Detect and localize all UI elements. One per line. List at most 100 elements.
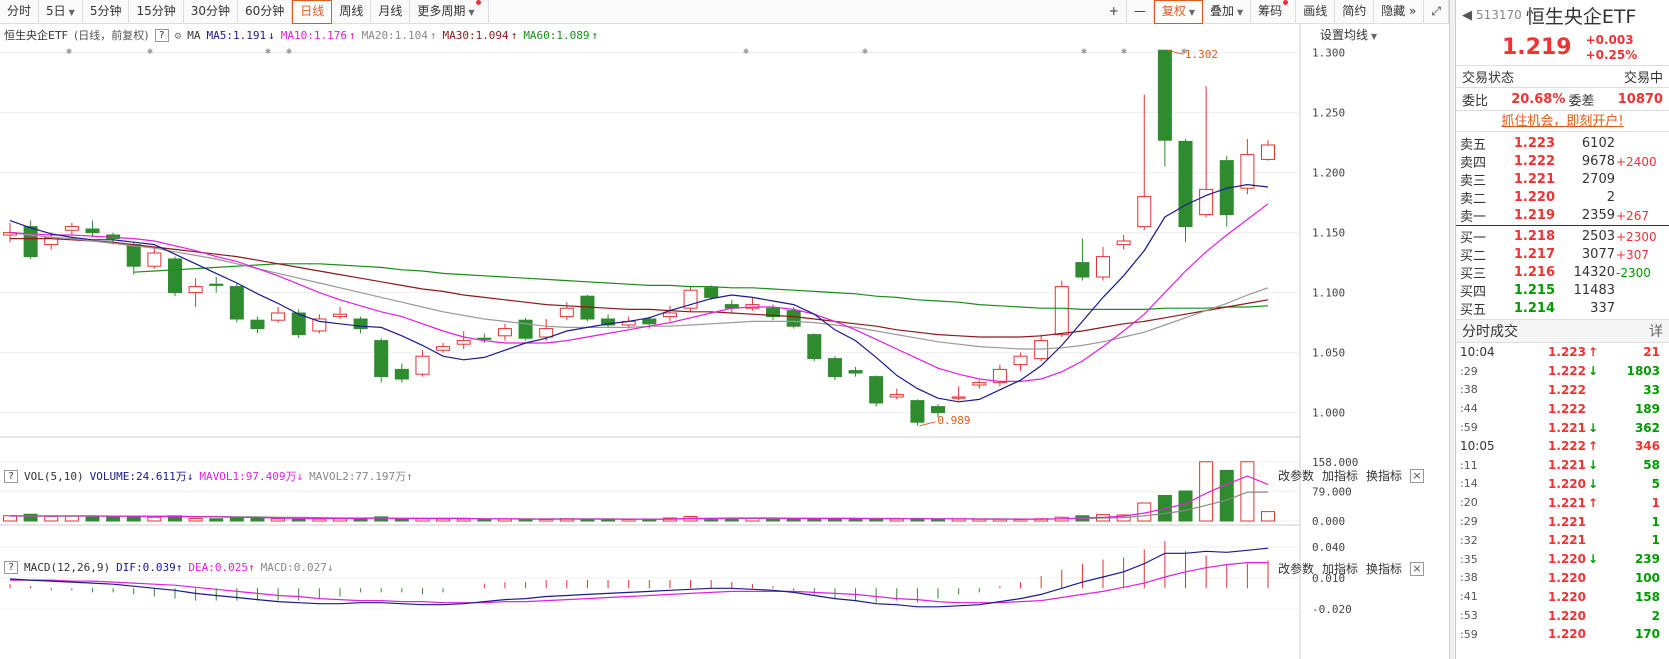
candle-down [353,318,368,330]
candle-up [332,313,347,318]
ticks-header: 分时成交 详 [1456,319,1669,343]
price-tick-label: 1.000 [1312,407,1345,420]
level-volume: 2503 [1581,229,1615,244]
price-change-pct: +0.25% [1585,47,1638,62]
vol-change-params-button[interactable]: 改参数 [1278,467,1314,484]
bid-level[interactable]: 买一 1.218 2503 +2300 [1456,227,1669,246]
level-label: 买一 [1460,231,1487,246]
candlesticks [3,49,1275,426]
status-row: 交易状态 交易中 [1456,66,1669,88]
volume-bar [106,516,121,522]
vol-switch-indicator-button[interactable]: 换指标 [1366,467,1402,484]
level-delta: +307 [1616,247,1649,262]
arrow-down-icon: ↓ [296,470,304,483]
tick-row: :59 1.221 ↓ 362 [1456,418,1669,437]
price-tick-label: 1.300 [1312,47,1345,60]
level-price: 1.217 [1513,247,1555,262]
candle-down [807,334,822,360]
candle-up [188,286,203,294]
arrow-down-icon: ↓ [1587,476,1598,491]
volume-bar [518,519,533,522]
candle-up [539,328,554,338]
tick-volume: 21 [1643,345,1660,360]
arrow-up-icon: ↑ [1587,345,1598,360]
level-volume: 2 [1606,190,1615,205]
macd-help-icon[interactable]: ? [4,561,19,574]
vol-help-icon[interactable]: ? [4,469,19,483]
bid-level[interactable]: 买二 1.217 3077 +307 [1456,245,1669,264]
ask-level[interactable]: 卖五 1.223 6102 [1456,134,1669,153]
ma5-line [9,183,1269,403]
open-account-link[interactable]: 抓住机会，即刻开户! [1456,110,1669,132]
volume-bar [869,518,884,522]
volume-bar [436,518,451,522]
tick-time: :29 [1460,515,1478,529]
bid-level[interactable]: 买三 1.216 14320 -2300 [1456,263,1669,282]
candle-up [415,355,430,375]
tick-row: :38 1.220 100 [1456,569,1669,588]
vol-add-indicator-button[interactable]: 加指标 [1322,467,1358,484]
level-volume: 2359 [1581,208,1615,223]
candle-up [497,328,512,337]
tick-row: :44 1.222 189 [1456,399,1669,418]
bid-level[interactable]: 买五 1.214 337 [1456,299,1669,318]
bid-level[interactable]: 买四 1.215 11483 [1456,281,1669,300]
tick-price: 1.222 ↓ [1548,364,1598,379]
tick-time: 10:04 [1460,345,1495,360]
tick-volume: 33 [1643,382,1660,397]
ask-level[interactable]: 卖四 1.222 9678 +2400 [1456,152,1669,171]
volume-bar [477,518,492,522]
close-icon[interactable]: × [1410,468,1424,483]
price-tick-label: 1.100 [1312,287,1345,300]
tick-row: :11 1.221 ↓ 58 [1456,456,1669,475]
arrow-up-icon: ↑ [406,470,413,483]
candle-up [271,312,286,321]
tick-row: :14 1.220 ↓ 5 [1456,475,1669,494]
tick-time: :20 [1460,496,1478,510]
event-marker-icon: ✱ [743,46,749,57]
macd-switch-indicator-button[interactable]: 换指标 [1366,560,1402,577]
volume-bar [539,519,554,522]
close-icon[interactable]: × [1410,561,1424,576]
status-label: 交易状态 [1462,71,1515,86]
candle-down [1178,140,1193,228]
extreme-markers: 1.302 0.989 [919,48,1218,427]
vol-legend: ? VOL(5,10) VOLUME:24.611万↓ MAVOL1:97.40… [4,468,413,484]
back-icon[interactable]: ◀ [1462,8,1472,23]
macd-add-indicator-button[interactable]: 加指标 [1322,560,1358,577]
ticks-detail-button[interactable]: 详 [1649,321,1663,341]
ask-level[interactable]: 卖三 1.221 2709 [1456,170,1669,189]
tick-time: :38 [1460,383,1478,397]
candle-down [209,283,224,286]
level-price: 1.221 [1513,172,1555,187]
candle-up [1013,355,1028,366]
volume-bar [456,518,471,522]
volume-bar [621,519,636,522]
candle-down [23,226,38,258]
level-volume: 337 [1590,301,1615,316]
tick-volume: 239 [1634,552,1660,567]
tick-price: 1.221 [1548,533,1586,548]
tick-volume: 5 [1651,476,1660,491]
macd-legend: ? MACD(12,26,9) DIF:0.039↑ DEA:0.025↑ MA… [4,561,333,574]
candle-down [85,228,100,234]
macd-change-params-button[interactable]: 改参数 [1278,560,1314,577]
arrow-up-icon: ↑ [247,561,255,574]
candle-up [147,252,162,267]
tick-row: :29 1.222 ↓ 1803 [1456,362,1669,381]
level-label: 卖一 [1460,210,1487,225]
ticks-title: 分时成交 [1462,324,1518,340]
panel-splitter[interactable] [1449,0,1456,659]
arrow-down-icon: ↓ [1587,458,1598,473]
ratio-row: 委比 20.68% 委差 10870 [1456,88,1669,110]
volume-bar [229,517,244,522]
level-delta: +2300 [1616,229,1657,244]
tick-volume: 2 [1651,608,1660,623]
ask-level[interactable]: 卖二 1.220 2 [1456,188,1669,207]
status-value: 交易中 [1623,71,1663,86]
tick-price: 1.221 [1548,514,1586,529]
ask-level[interactable]: 卖一 1.219 2359 +267 [1456,206,1669,225]
event-marker-icon: ✱ [286,46,292,57]
tick-time: :35 [1460,552,1478,566]
volume-bar [1178,490,1193,522]
